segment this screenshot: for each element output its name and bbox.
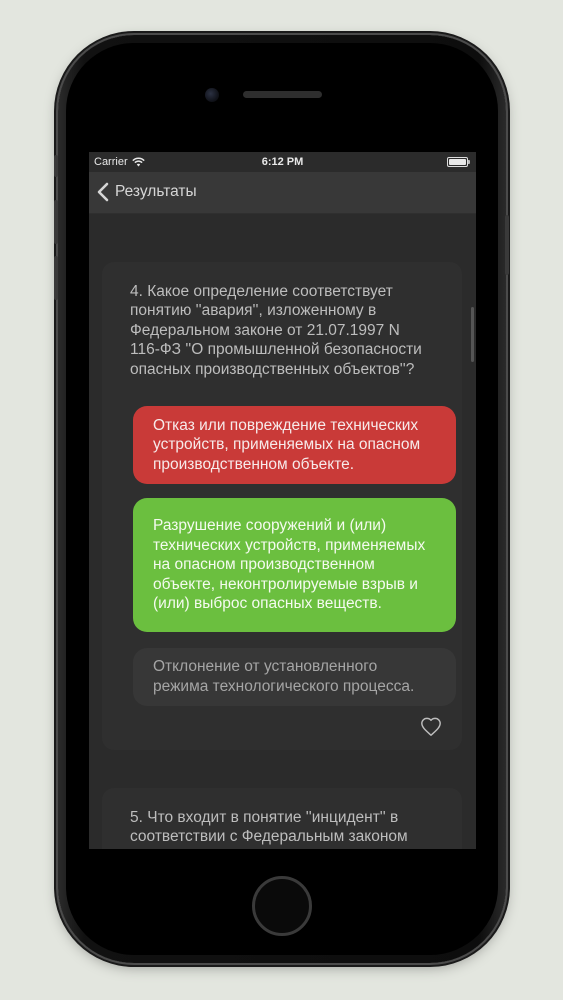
chevron-left-icon: [97, 182, 109, 202]
earpiece-speaker: [243, 91, 322, 98]
scroll-indicator[interactable]: [471, 307, 474, 362]
answer-option-correct[interactable]: Разрушение сооружений и (или) технически…: [133, 498, 456, 632]
volume-down-button: [54, 256, 58, 300]
question-card: 4. Какое определение соответствует понят…: [102, 262, 462, 750]
question-text: 4. Какое определение соответствует понят…: [130, 283, 422, 378]
answer-option-wrong[interactable]: Отказ или повреждение технических устрой…: [133, 406, 456, 484]
power-button: [505, 215, 509, 275]
volume-up-button: [54, 200, 58, 244]
heart-icon[interactable]: [420, 716, 442, 738]
mute-switch: [54, 155, 58, 177]
question-text: 5. Что входит в понятие ''инцидент'' в с…: [130, 809, 408, 846]
app-screen: Carrier 6:12 PM Результаты 4. Какое опре…: [89, 152, 476, 849]
back-button[interactable]: Результаты: [97, 182, 197, 202]
answer-option[interactable]: Отклонение от установленного режима техн…: [133, 648, 456, 706]
home-button[interactable]: [252, 876, 312, 936]
battery-icon: [447, 157, 470, 167]
answer-text: Разрушение сооружений и (или) технически…: [153, 517, 426, 613]
navigation-bar: Результаты: [89, 172, 476, 214]
back-button-label: Результаты: [115, 183, 197, 200]
status-time: 6:12 PM: [261, 156, 304, 168]
question-card: 5. Что входит в понятие ''инцидент'' в с…: [102, 788, 462, 849]
answer-text: Отказ или повреждение технических устрой…: [153, 416, 421, 473]
front-camera: [205, 88, 219, 102]
status-bar: Carrier 6:12 PM: [89, 152, 476, 172]
answer-text: Отклонение от установленного режима техн…: [153, 658, 415, 695]
